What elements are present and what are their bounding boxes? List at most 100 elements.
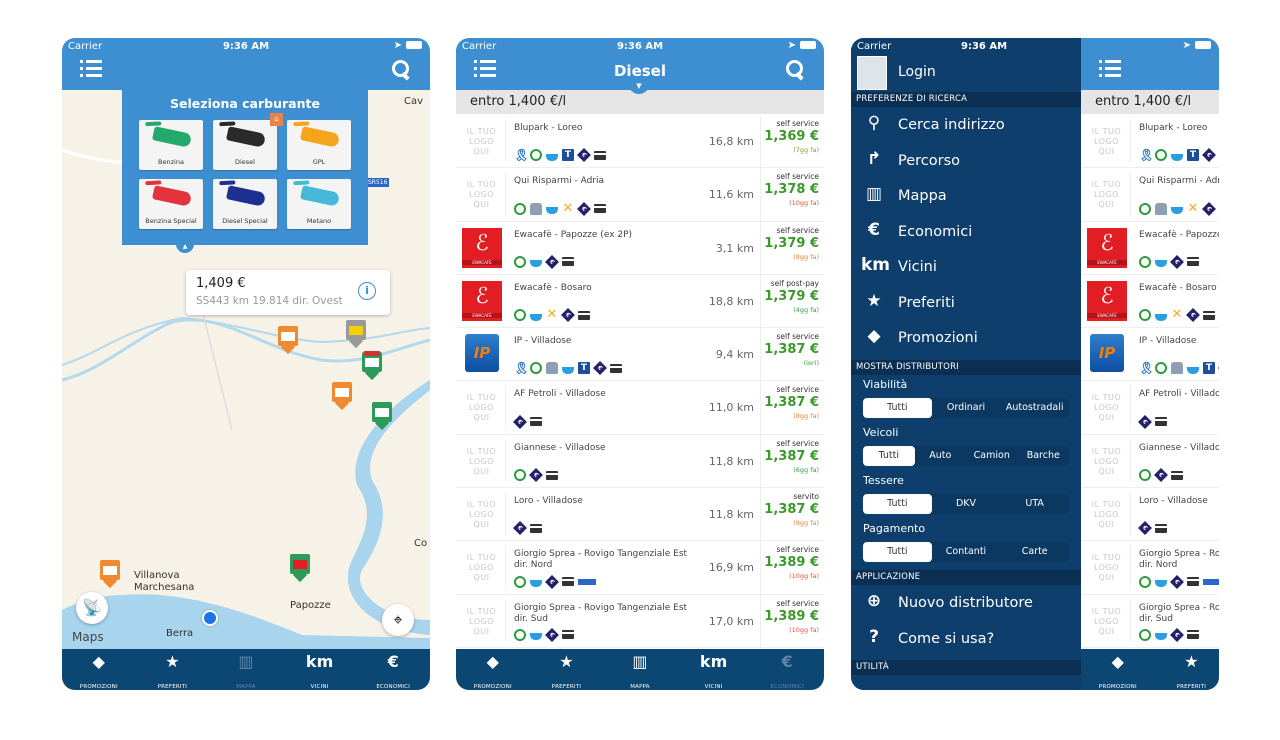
station-row[interactable]: IL TUO LOGO QUI Giorgio Sprea - Rovigo Ta… <box>456 541 824 595</box>
station-row[interactable]: IL TUO LOGO QUIGiannese - Villadose€11,8… <box>1081 434 1219 489</box>
station-row[interactable]: IL TUO LOGO QUIQui Risparmi - Adria✕€11,… <box>1081 168 1219 222</box>
tab-promozioni[interactable]: ◆ PROMOZIONI <box>62 649 136 690</box>
segment-option[interactable]: DKV <box>932 494 1001 514</box>
tab-vicini[interactable]: km VICINI <box>677 649 751 690</box>
price-age: (6gg fa) <box>793 465 819 474</box>
station-row[interactable]: IL TUO LOGO QUILoro - Villadose€11,8 kms… <box>1081 488 1219 542</box>
cafe-icon <box>1155 633 1167 641</box>
tab-mappa[interactable]: ▥ MAPPA <box>603 649 677 690</box>
fuel-option-metano[interactable]: Metano <box>287 179 351 229</box>
menu-item-percorso[interactable]: ↱ Percorso <box>851 145 1081 179</box>
station-row[interactable]: IL TUO LOGO QUIBlupark - Loreo🎗T€16,8 km… <box>456 115 824 169</box>
menu-list-icon[interactable] <box>1099 60 1121 80</box>
e-icon: € <box>513 414 527 429</box>
search-icon[interactable] <box>786 60 806 80</box>
station-pin[interactable] <box>346 320 366 349</box>
segment-option[interactable]: Autostradali <box>1000 398 1069 418</box>
list-screen-behind-menu[interactable]: entro 1,400 €/l IL TUO LOGO QUI Blupark -… <box>1081 38 1219 690</box>
tab-mappa[interactable]: ▥ MAPPA <box>209 649 283 690</box>
fuel-nozzle-icon <box>225 185 267 207</box>
amenities: € <box>513 414 542 429</box>
fuel-nozzle-icon <box>299 185 341 207</box>
station-row[interactable]: ℰEWACAFÈEwacafè - Bosaro✕€18,8 kmself po… <box>456 274 824 329</box>
login-button[interactable]: Login <box>898 64 936 80</box>
clock-icon <box>1155 362 1167 375</box>
fuel-option-diesel[interactable]: Diesel ⌂ <box>213 113 283 170</box>
station-row[interactable]: IPIP - Villadose🎗T€9,4 kmself service1,3… <box>456 328 824 382</box>
station-logo: IL TUO LOGO QUI <box>1083 545 1131 590</box>
tab-preferiti[interactable]: ★ PREFERITI <box>136 649 210 690</box>
menu-item-economici[interactable]: € Economici <box>851 216 1081 250</box>
station-pin[interactable] <box>372 402 392 431</box>
tab-economici[interactable]: € ECONOMICI <box>750 649 824 690</box>
menu-item-label: Economici <box>898 223 973 240</box>
station-callout[interactable]: 1,409 € SS443 km 19.814 dir. Ovest i <box>186 270 390 315</box>
menu-list-icon[interactable] <box>80 60 102 80</box>
fuel-nozzle-icon <box>151 185 193 207</box>
segment-option[interactable]: Tutti <box>863 446 915 466</box>
station-pin[interactable] <box>290 554 310 583</box>
station-row[interactable]: IL TUO LOGO QUILoro - Villadose€11,8 kms… <box>456 488 824 542</box>
e-icon: € <box>1202 148 1216 163</box>
info-icon[interactable]: i <box>358 282 376 300</box>
menu-item-promozioni[interactable]: ◆ Promozioni <box>851 322 1081 356</box>
station-row[interactable]: IL TUO LOGO QUIBlupark - Loreo🎗T€16,8 km… <box>1081 115 1219 169</box>
e-icon: € <box>529 468 543 483</box>
tab-vicini[interactable]: km VICINI <box>283 649 357 690</box>
tab-promozioni[interactable]: ◆ PROMOZIONI <box>1081 649 1155 690</box>
station-row[interactable]: IL TUO LOGO QUI Giorgio Sprea - Rovigo Ta… <box>1081 541 1219 595</box>
station-row[interactable]: IL TUO LOGO QUI Giorgio Sprea - Rovigo Ta… <box>456 594 824 648</box>
tab-economici[interactable]: € ECONOMICI <box>356 649 430 690</box>
station-pin[interactable] <box>278 326 298 355</box>
menu-item-help[interactable]: ? Come si usa? <box>851 623 1081 657</box>
station-row[interactable]: IPIP - Villadose🎗T€9,4 kmself service1,3… <box>1081 328 1219 382</box>
fuel-option-gpl[interactable]: GPL <box>287 120 351 170</box>
segment-option[interactable]: Tutti <box>863 494 932 514</box>
station-row[interactable]: ℰEWACAFÈEwacafè - Papozze (ex 2P)€3,1 km… <box>456 221 824 275</box>
cafe-icon <box>1171 207 1183 215</box>
station-pin[interactable] <box>362 351 382 381</box>
help-icon: ? <box>869 626 879 647</box>
station-pin[interactable] <box>332 382 352 411</box>
menu-item-cerca-indirizzo[interactable]: ⚲ Cerca indirizzo <box>851 109 1081 143</box>
fuel-option-diesel-special[interactable]: Diesel Special <box>213 179 277 229</box>
bancomat-icon <box>578 578 596 585</box>
segment-option[interactable]: UTA <box>1000 494 1069 514</box>
price-filter-bar[interactable]: entro 1,400 €/l <box>1081 90 1219 114</box>
segment-option[interactable]: Tutti <box>863 542 932 562</box>
station-row[interactable]: IL TUO LOGO QUIAF Petroli - Villadose€11… <box>456 381 824 435</box>
search-icon[interactable] <box>392 60 412 80</box>
segment-option[interactable]: Contanti <box>932 542 1001 562</box>
menu-item-mappa[interactable]: ▥ Mappa <box>851 180 1081 214</box>
satellite-toggle-button[interactable]: 📡 <box>76 592 108 624</box>
station-row[interactable]: IL TUO LOGO QUIGiannese - Villadose€11,8… <box>456 434 824 489</box>
segment-option[interactable]: Tutti <box>863 398 932 418</box>
menu-item-preferiti[interactable]: ★ Preferiti <box>851 287 1081 321</box>
station-row[interactable]: ℰEWACAFÈEwacafè - Papozze (ex 2P)€3,1 km… <box>1081 221 1219 275</box>
fuel-option-benzina[interactable]: Benzina <box>139 120 203 170</box>
menu-item-vicini[interactable]: km Vicini <box>851 251 1081 285</box>
service-type: self service <box>776 172 820 182</box>
locate-me-button[interactable]: ⌖ <box>382 604 414 636</box>
station-row[interactable]: IL TUO LOGO QUIAF Petroli - Villadose€11… <box>1081 381 1219 435</box>
menu-item-plus-circle[interactable]: ⊕ Nuovo distributore <box>851 587 1081 621</box>
segment-option[interactable]: Barche <box>1018 446 1070 466</box>
tab-promozioni[interactable]: ◆ PROMOZIONI <box>456 649 530 690</box>
tab-preferiti[interactable]: ★ PREFERITI <box>1155 649 1219 690</box>
station-pin[interactable] <box>100 560 120 589</box>
station-row[interactable]: ℰEWACAFÈEwacafè - Bosaro✕€18,8 kmself po… <box>1081 274 1219 329</box>
segment-option[interactable]: Auto <box>915 446 967 466</box>
fuel-option-benzina-special[interactable]: Benzina Special <box>139 179 203 229</box>
tab-preferiti[interactable]: ★ PREFERITI <box>530 649 604 690</box>
station-row[interactable]: IL TUO LOGO QUIQui Risparmi - Adria✕€11,… <box>456 168 824 222</box>
phone-list-screen: Diesel Carrier 9:36 AM ➤ entro 1,400 €/l ▼… <box>456 38 824 690</box>
station-row[interactable]: IL TUO LOGO QUI Giorgio Sprea - Rovigo Ta… <box>1081 594 1219 648</box>
avatar[interactable] <box>857 56 887 90</box>
tools-icon: ✕ <box>1187 200 1199 216</box>
segment-option[interactable]: Ordinari <box>932 398 1001 418</box>
segment-option[interactable]: Camion <box>966 446 1018 466</box>
segment-option[interactable]: Carte <box>1000 542 1069 562</box>
tag-icon: ◆ <box>867 326 881 346</box>
service-type: self service <box>776 385 820 395</box>
fuel-option-label: Diesel <box>234 158 255 166</box>
